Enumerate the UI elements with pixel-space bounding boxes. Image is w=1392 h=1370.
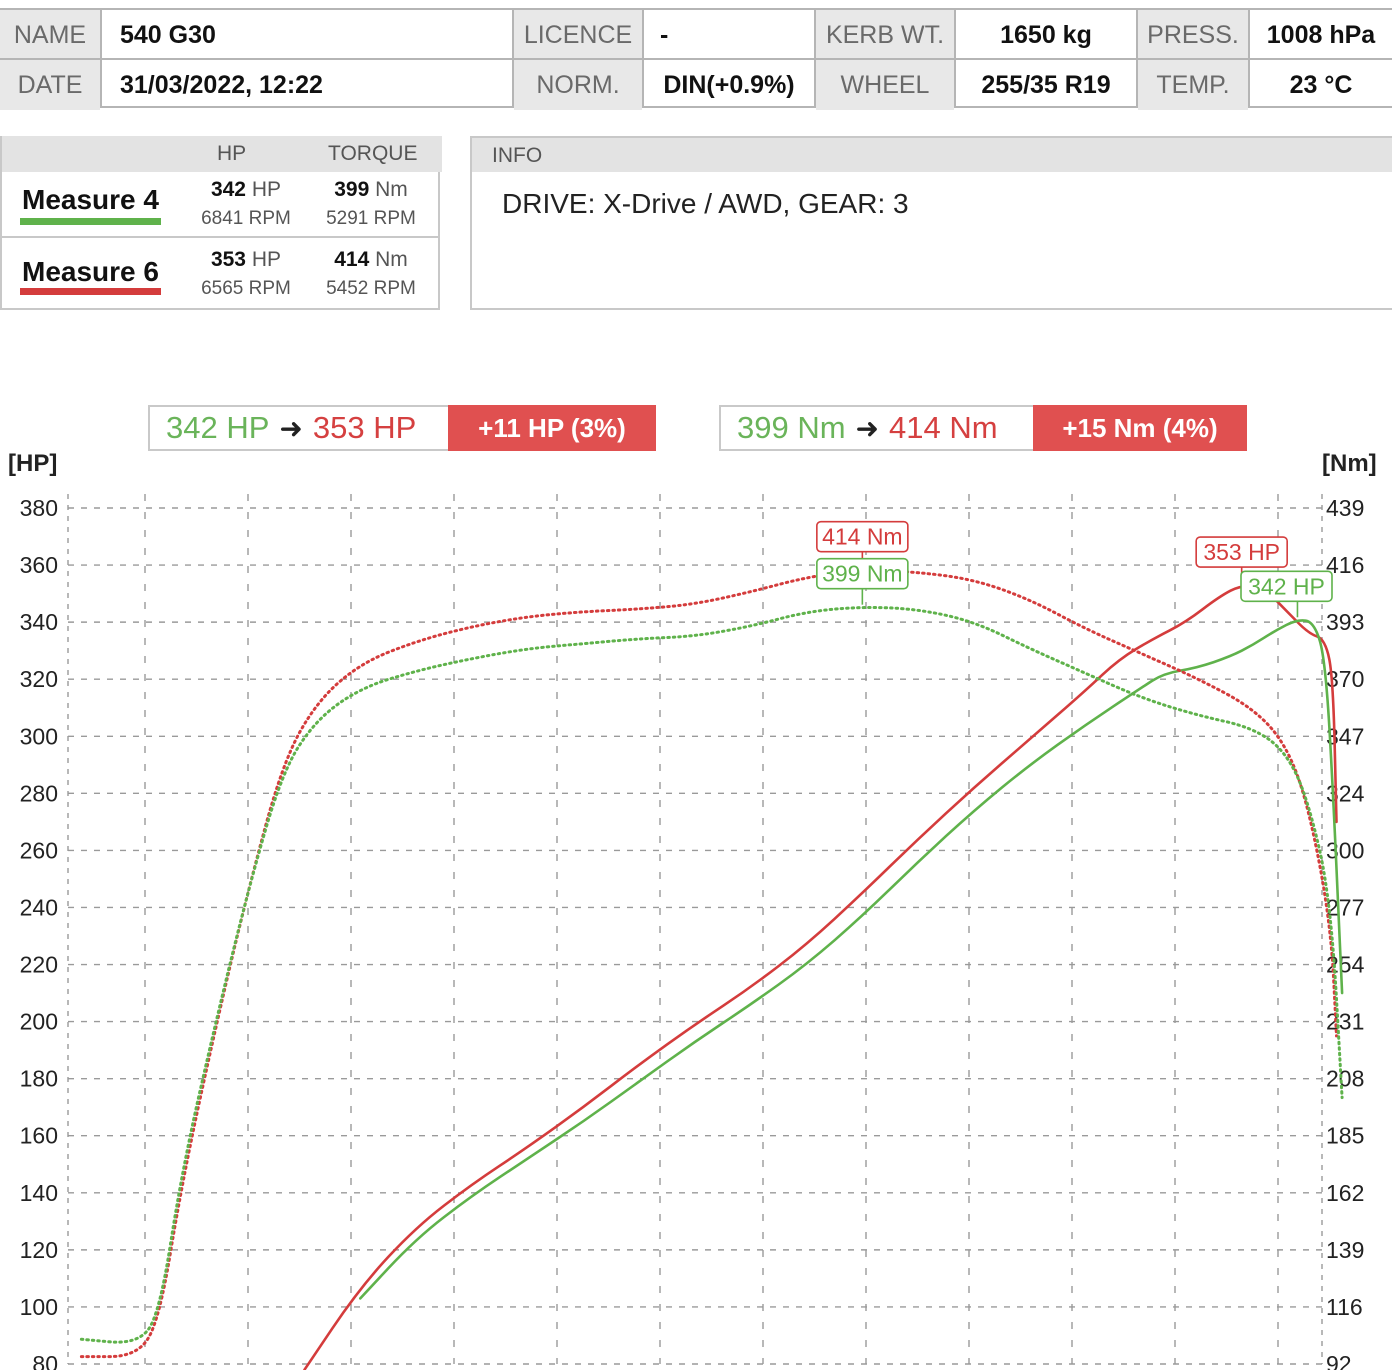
left-tick-label: 220 (20, 952, 58, 978)
annotation-label: 353 HP (1203, 539, 1280, 565)
measure-4-power-curve (359, 619, 1344, 1300)
table-divider (1248, 10, 1250, 106)
table-divider (642, 10, 644, 106)
left-tick-label: 200 (20, 1009, 58, 1035)
left-tick-label: 280 (20, 780, 58, 806)
measure-torque-rpm: 5291 RPM (326, 208, 416, 229)
right-tick-label: 116 (1326, 1294, 1363, 1320)
left-axis-title: [HP] (8, 450, 58, 477)
table-divider (814, 10, 816, 106)
left-tick-label: 300 (20, 723, 58, 749)
temp-label: TEMP. (1138, 60, 1248, 110)
kerb-label: KERB WT. (816, 10, 954, 60)
wheel-label: WHEEL (816, 60, 954, 110)
table-divider (512, 10, 514, 106)
left-tick-label: 180 (20, 1066, 58, 1092)
measures-header: HP TORQUE (2, 136, 442, 172)
right-tick-label: 277 (1326, 894, 1364, 920)
info-header: INFO (472, 138, 1392, 172)
torque-before: 399 Nm (737, 410, 846, 445)
right-tick-label: 439 (1326, 495, 1364, 521)
info-panel: INFO DRIVE: X-Drive / AWD, GEAR: 3 (470, 136, 1392, 310)
hp-delta: +11 HP (3%) (448, 405, 656, 451)
date-label: DATE (0, 60, 100, 110)
right-tick-label: 162 (1326, 1180, 1364, 1206)
hp-comparison-badge: 342 HP ➜ 353 HP +11 HP (3%) (148, 405, 656, 451)
left-tick-label: 100 (20, 1294, 58, 1320)
measure-hp-rpm: 6841 RPM (201, 208, 291, 229)
norm-value: DIN(+0.9%) (663, 70, 795, 99)
measure-torque-rpm: 5452 RPM (326, 278, 416, 299)
measure-color-bar (20, 218, 161, 225)
date-value: 31/03/2022, 12:22 (120, 70, 323, 99)
name-label: NAME (0, 10, 100, 60)
right-axis-title: [Nm] (1322, 450, 1377, 477)
measure-hp-value: 353 HP (210, 248, 282, 271)
right-tick-label: 347 (1326, 723, 1364, 749)
measures-table: HP TORQUE Measure 4 342 HP 6841 RPM 399 … (0, 136, 442, 310)
right-tick-label: 393 (1326, 609, 1364, 635)
arrow-right-icon: ➜ (279, 412, 303, 444)
right-tick-label: 231 (1326, 1009, 1364, 1035)
measure-hp-rpm: 6565 RPM (201, 278, 291, 299)
left-tick-label: 260 (20, 837, 58, 863)
left-axis-ticks: 80 100 120 140 160 180 200 220 240 260 280 300 320 34… (20, 495, 58, 1370)
licence-label: LICENCE (514, 10, 642, 60)
norm-label: NORM. (514, 60, 642, 110)
left-tick-label: 340 (20, 609, 58, 635)
table-divider (954, 10, 956, 106)
measure-6-power-curve (303, 584, 1338, 1370)
press-value: 1008 hPa (1266, 20, 1376, 49)
info-title: INFO (492, 144, 543, 167)
left-tick-label: 240 (20, 894, 58, 920)
press-label: PRESS. (1138, 10, 1248, 60)
kerb-value: 1650 kg (1000, 20, 1092, 49)
left-tick-label: 140 (20, 1180, 58, 1206)
measure-6-torque-curve (79, 569, 1338, 1359)
temp-value: 23 °C (1289, 70, 1353, 99)
table-divider (100, 10, 102, 106)
measure-torque-value: 414 Nm (334, 248, 408, 271)
col-torque-header: TORQUE (328, 142, 418, 165)
table-divider (0, 58, 1392, 60)
licence-value: - (660, 20, 669, 49)
row-divider (2, 236, 440, 238)
hp-after: 353 HP (312, 410, 417, 445)
measure-name: Measure 6 (22, 256, 159, 287)
right-tick-label: 208 (1326, 1066, 1364, 1092)
table-divider (1136, 10, 1138, 106)
torque-delta: +15 Nm (4%) (1033, 405, 1247, 451)
arrow-right-icon: ➜ (855, 412, 880, 444)
measure-name: Measure 4 (22, 184, 159, 215)
left-tick-label: 320 (20, 666, 58, 692)
annotation-label: 342 HP (1248, 573, 1325, 599)
annotation-label: 414 Nm (822, 524, 903, 550)
left-tick-label: 80 (32, 1351, 58, 1370)
hp-before: 342 HP (166, 410, 270, 445)
chart-grid (67, 494, 1323, 1365)
right-tick-label: 92 (1326, 1351, 1352, 1370)
wheel-value: 255/35 R19 (981, 70, 1111, 99)
left-tick-label: 380 (20, 495, 58, 521)
left-tick-label: 360 (20, 552, 58, 578)
torque-comparison-badge: 399 Nm ➜ 414 Nm +15 Nm (4%) (719, 405, 1247, 451)
measure-torque-value: 399 Nm (334, 178, 408, 201)
torque-after: 414 Nm (889, 410, 998, 445)
name-value: 540 G30 (120, 20, 216, 49)
measure-color-bar (20, 288, 161, 295)
chart-annotations: 414 Nm 353 HP 399 Nm 342 HP (816, 520, 1333, 618)
col-hp-header: HP (217, 142, 247, 165)
left-tick-label: 160 (20, 1123, 58, 1149)
measure-hp-value: 342 HP (210, 178, 282, 201)
info-text: DRIVE: X-Drive / AWD, GEAR: 3 (502, 188, 909, 219)
right-tick-label: 185 (1326, 1123, 1364, 1149)
dyno-chart: 80 100 120 140 160 180 200 220 240 260 280 300 320 34… (20, 494, 1365, 1370)
measure-4-torque-curve (79, 606, 1344, 1344)
annotation-label: 399 Nm (822, 561, 903, 587)
right-tick-label: 139 (1326, 1237, 1364, 1263)
left-tick-label: 120 (20, 1237, 58, 1263)
header-table: NAME 540 G30 DATE 31/03/2022, 12:22 LICE… (0, 8, 1392, 110)
right-tick-label: 300 (1326, 837, 1364, 863)
